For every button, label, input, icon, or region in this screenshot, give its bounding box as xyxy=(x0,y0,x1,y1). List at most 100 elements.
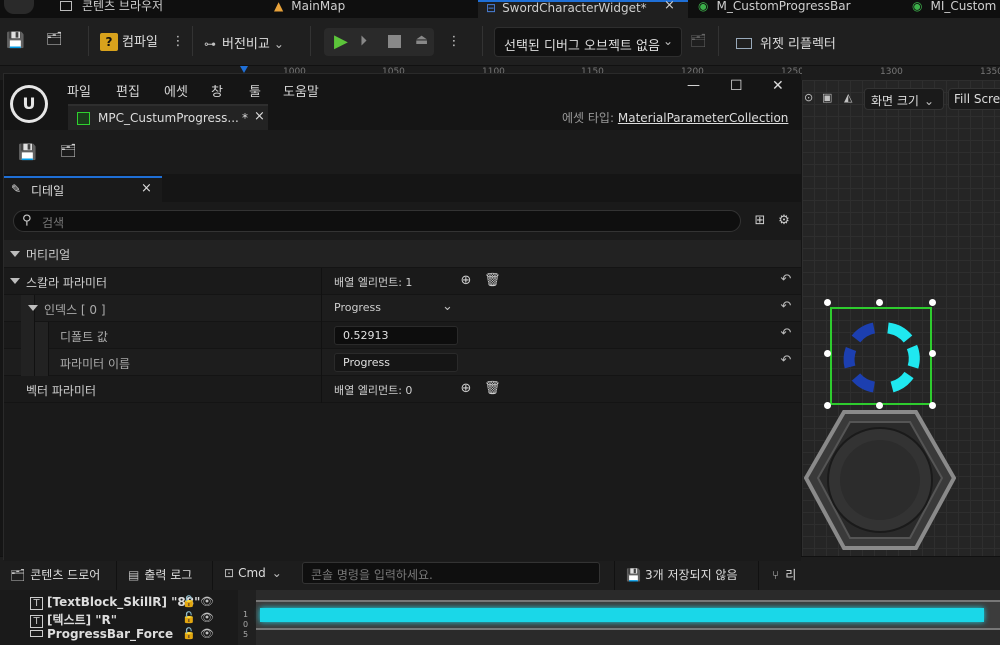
tab-m-custom-progress-bar[interactable]: ◉ M_CustomProgressBar xyxy=(698,0,851,18)
unsaved-button[interactable]: 💾 3개 저장되지 않음 xyxy=(626,566,738,583)
menu-asset[interactable]: 에셋 xyxy=(164,81,188,100)
debug-object-select[interactable]: 선택된 디버그 오브젝트 없음 ⌄ xyxy=(494,27,682,57)
row-default-value[interactable]: 디폴트 값 0.52913 ↶ xyxy=(4,322,801,349)
step-icon[interactable]: ⏵ xyxy=(360,33,367,49)
triangle-icon[interactable]: ◭ xyxy=(844,91,852,104)
document-tab[interactable]: MPC_CustumProgress... * × xyxy=(68,104,268,130)
browse-icon[interactable]: 🗂 xyxy=(60,144,77,160)
hierarchy-panel: T [TextBlock_SkillR] "88" 🔓 👁 T [텍스트] "R" 🔓… xyxy=(0,590,238,645)
row-scalar-params[interactable]: 스칼라 파라미터 배열 엘리먼트: 1 ⊕ 🗑 ↶ xyxy=(4,268,801,295)
unreal-logo[interactable] xyxy=(4,0,34,14)
designer-ruler-top: 1300 1350 xyxy=(802,66,1000,80)
mpc-asset-icon xyxy=(77,112,90,125)
tab-details[interactable]: ✎ 디테일 × xyxy=(4,176,162,202)
section-material[interactable]: 머티리얼 xyxy=(4,240,801,268)
progressbar-icon xyxy=(30,630,43,637)
content-drawer-button[interactable]: 🗂 콘텐츠 드로어 xyxy=(10,566,100,583)
level-icon: ▲ xyxy=(274,0,284,13)
close-icon[interactable]: × xyxy=(141,181,152,196)
menu-edit[interactable]: 편집 xyxy=(116,81,140,100)
add-element-icon[interactable]: ⊕ xyxy=(458,381,474,397)
stone-hexagon-image xyxy=(804,410,956,550)
cmd-select[interactable]: ⊡ Cmd ⌄ xyxy=(224,566,282,580)
list-item[interactable]: T [텍스트] "R" 🔓 👁 xyxy=(30,611,230,628)
menu-help[interactable]: 도움말 xyxy=(283,81,319,100)
tab-content-browser[interactable]: 콘텐츠 브라우저 xyxy=(60,0,163,18)
play-options-icon[interactable]: ⋮ xyxy=(446,34,462,50)
default-value-input[interactable]: 0.52913 xyxy=(334,326,458,345)
select-mode-icon[interactable]: ⊙ xyxy=(804,91,813,104)
tab-mainmap[interactable]: ▲ MainMap xyxy=(274,0,345,18)
designer-canvas[interactable]: 1300 1350 ⊙ ▣ ◭ 화면 크기⌄ Fill Scree xyxy=(802,66,1000,560)
diff-icon: ⊶ xyxy=(204,37,216,51)
search-icon: ⚲ xyxy=(22,213,32,228)
lock-icon[interactable]: 🔓 xyxy=(182,627,196,640)
selected-widget-frame[interactable] xyxy=(830,307,932,405)
source-control-button[interactable]: ⑂ 리 xyxy=(772,566,796,583)
trash-icon[interactable]: 🗑 xyxy=(484,273,501,289)
window-close-button[interactable]: ✕ xyxy=(772,78,784,94)
table-view-icon[interactable]: ⊞ xyxy=(752,213,768,229)
debug-filter-icon[interactable]: 🗂 xyxy=(690,34,707,50)
close-icon[interactable]: × xyxy=(664,0,675,12)
screen-size-select[interactable]: 화면 크기 ⌄ xyxy=(864,88,944,110)
reset-to-default-icon[interactable]: ↶ xyxy=(778,326,794,342)
eye-icon[interactable]: 👁 xyxy=(200,595,214,608)
stop-icon[interactable] xyxy=(388,35,401,48)
minimize-button[interactable]: — xyxy=(687,78,700,93)
search-input[interactable]: ⚲ 검색 xyxy=(13,210,741,232)
add-element-icon[interactable]: ⊕ xyxy=(458,273,474,289)
menu-tools[interactable]: 툴 xyxy=(249,81,261,100)
lock-icon[interactable]: 🔓 xyxy=(182,595,196,608)
resize-handle[interactable] xyxy=(824,350,831,357)
lock-icon[interactable]: 🔓 xyxy=(182,611,196,624)
material-icon: ◉ xyxy=(912,0,923,13)
list-item[interactable]: ProgressBar_Force 🔓 👁 xyxy=(30,627,230,643)
row-parameter-name[interactable]: 파라미터 이름 Progress ↶ xyxy=(4,349,801,376)
trash-icon[interactable]: 🗑 xyxy=(484,381,501,397)
reset-to-default-icon[interactable]: ↶ xyxy=(778,272,794,288)
resize-handle[interactable] xyxy=(824,299,831,306)
progress-bar-preview xyxy=(256,590,1000,645)
tab-mi-custom[interactable]: ◉ MI_Custom xyxy=(912,0,996,18)
image-icon[interactable]: ▣ xyxy=(822,91,832,104)
editor-toolbar: 💾 🗂 ? 컴파일 ⋮ ⊶ 버전비교 ⌄ ▶ ⏵ ⏏ ⋮ 선택된 디버그 오브젝트 없… xyxy=(0,18,1000,66)
row-index-0[interactable]: 인덱스 [ 0 ] Progress ⌄ ↶ xyxy=(4,295,801,322)
resize-handle[interactable] xyxy=(929,299,936,306)
output-log-button[interactable]: ▤ 출력 로그 xyxy=(128,566,192,583)
details-panel: ⚲ 검색 ⊞ ⚙ 머티리얼 스칼라 파라미터 배열 엘리먼트: 1 ⊕ 🗑 ↶ … xyxy=(4,202,801,561)
reset-to-default-icon[interactable]: ↶ xyxy=(778,353,794,369)
eject-icon[interactable]: ⏏ xyxy=(415,32,428,48)
save-icon[interactable]: 💾 xyxy=(6,32,25,48)
close-icon[interactable]: × xyxy=(254,109,265,124)
parameter-name-input[interactable]: Progress xyxy=(334,353,458,372)
menu-file[interactable]: 파일 xyxy=(67,81,91,100)
details-tab-bar: ✎ 디테일 × xyxy=(4,174,801,202)
eye-icon[interactable]: 👁 xyxy=(200,611,214,624)
console-input[interactable]: 콘솔 명령을 입력하세요. xyxy=(302,562,600,584)
asset-type-link[interactable]: MaterialParameterCollection xyxy=(618,111,789,125)
widget-icon: ⊟ xyxy=(486,1,497,15)
more-options-icon[interactable]: ⋮ xyxy=(170,34,186,50)
diff-button[interactable]: ⊶ 버전비교 ⌄ xyxy=(204,33,284,52)
fill-screen-select[interactable]: Fill Scree xyxy=(948,88,1000,110)
tab-sword-character-widget[interactable]: ⊟ SwordCharacterWidget* × xyxy=(478,0,688,18)
widget-reflector-button[interactable]: 위젯 리플렉터 xyxy=(736,33,836,52)
resize-handle[interactable] xyxy=(929,350,936,357)
maximize-button[interactable]: ☐ xyxy=(730,78,743,94)
compile-button[interactable]: ? 컴파일 xyxy=(100,31,158,53)
list-item[interactable]: T [TextBlock_SkillR] "88" 🔓 👁 xyxy=(30,595,230,611)
ruler-marker xyxy=(240,66,248,73)
save-icon[interactable]: 💾 xyxy=(18,144,37,160)
play-icon[interactable]: ▶ xyxy=(334,31,348,52)
settings-icon[interactable]: ⚙ xyxy=(776,213,792,229)
menu-window[interactable]: 창 xyxy=(211,81,223,100)
play-controls: ▶ ⏵ ⏏ xyxy=(324,28,434,56)
output-log-icon: ▤ xyxy=(128,568,140,582)
resize-handle[interactable] xyxy=(876,299,883,306)
reset-to-default-icon[interactable]: ↶ xyxy=(778,299,794,315)
eye-icon[interactable]: 👁 xyxy=(200,627,214,640)
chevron-down-icon[interactable]: ⌄ xyxy=(442,299,453,314)
row-vector-params[interactable]: 벡터 파라미터 배열 엘리먼트: 0 ⊕ 🗑 xyxy=(4,376,801,403)
browse-icon[interactable]: 🗂 xyxy=(46,32,63,48)
